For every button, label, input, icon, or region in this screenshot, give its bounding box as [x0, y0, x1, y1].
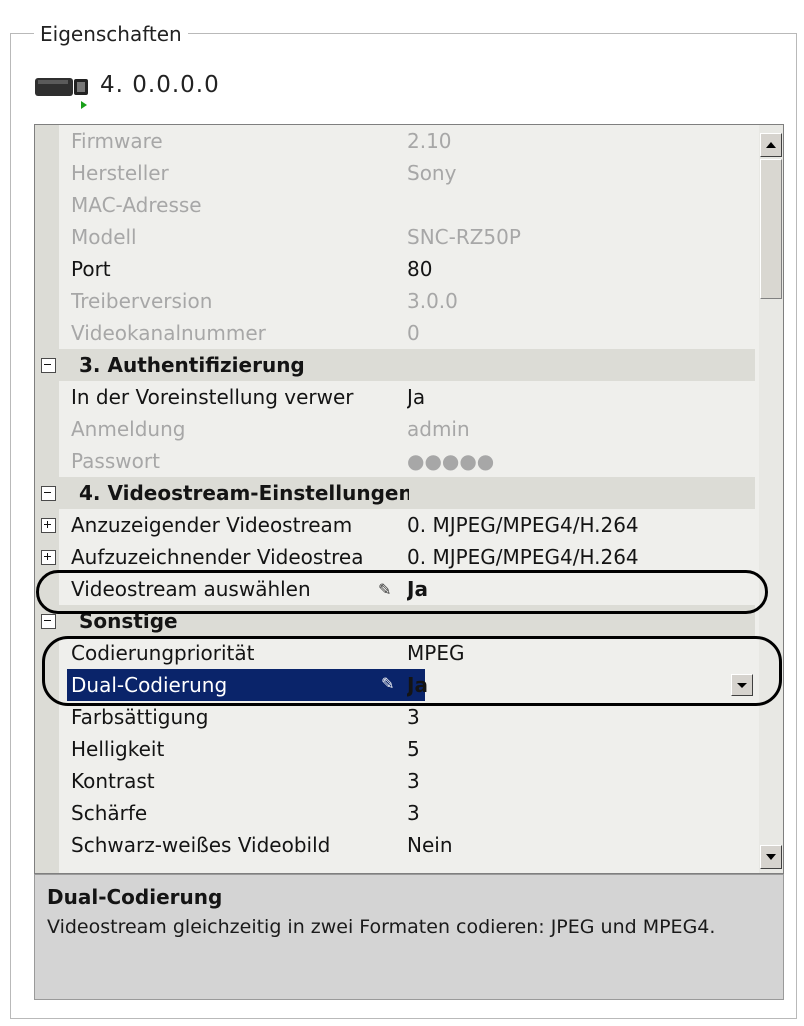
property-row[interactable]: Videostream auswählen ✎ Ja [35, 573, 755, 605]
property-row[interactable]: Schwarz-weißes Videobild Nein [35, 829, 755, 861]
property-value[interactable]: 3.0.0 [407, 285, 747, 317]
properties-group-title: Eigenschaften [34, 22, 188, 46]
description-title: Dual-Codierung [47, 885, 223, 909]
property-grid[interactable]: Firmware 2.10 Hersteller Sony MAC-Adresse Mod… [34, 124, 784, 874]
property-value[interactable]: 0. MJPEG/MPEG4/H.264 [407, 509, 747, 541]
property-row[interactable]: Anzuzeigender Videostream 0. MJPEG/MPEG4/… [35, 509, 755, 541]
property-value[interactable]: ●●●●● [407, 445, 747, 477]
property-rows: Firmware 2.10 Hersteller Sony MAC-Adresse Mod… [35, 125, 755, 861]
property-name: Dual-Codierung [67, 669, 425, 701]
property-value[interactable]: Ja [407, 669, 747, 701]
dropdown-arrow-button[interactable] [731, 674, 753, 696]
property-name: Port [71, 257, 111, 281]
scroll-down-button[interactable] [760, 845, 782, 869]
property-name: Helligkeit [71, 737, 165, 761]
property-name: Anmeldung [71, 417, 186, 441]
category-row[interactable]: 4. Videostream-Einstellungen [35, 477, 755, 509]
property-row[interactable]: Farbsättigung 3 [35, 701, 755, 733]
property-value[interactable]: 0. MJPEG/MPEG4/H.264 [407, 541, 747, 573]
property-name: Schärfe [71, 801, 148, 825]
property-value[interactable]: SNC-RZ50P [407, 221, 747, 253]
property-row[interactable]: Treiberversion 3.0.0 [35, 285, 755, 317]
property-value[interactable]: Nein [407, 829, 747, 861]
property-name: Passwort [71, 449, 160, 473]
property-name: Modell [71, 225, 137, 249]
property-name: Anzuzeigender Videostream [71, 513, 353, 537]
camera-icon [35, 72, 90, 112]
category-label: 3. Authentifizierung [79, 353, 305, 377]
property-value[interactable]: Sony [407, 157, 747, 189]
property-name: MAC-Adresse [71, 193, 202, 217]
property-value[interactable]: 3 [407, 701, 747, 733]
property-name: Hersteller [71, 161, 169, 185]
property-row[interactable]: Helligkeit 5 [35, 733, 755, 765]
property-name: Farbsättigung [71, 705, 209, 729]
property-row[interactable]: Port 80 [35, 253, 755, 285]
property-name: Kontrast [71, 769, 155, 793]
property-value[interactable]: Ja [407, 381, 747, 413]
property-value[interactable]: 0 [407, 317, 747, 349]
property-name: In der Voreinstellung verwer [71, 385, 354, 409]
property-row[interactable]: Codierungpriorität MPEG [35, 637, 755, 669]
category-row[interactable]: Sonstige [35, 605, 755, 637]
property-row[interactable]: Aufzuzeichnender Videostrea 0. MJPEG/MPEG… [35, 541, 755, 573]
description-panel: Dual-Codierung Videostream gleichzeitig … [34, 874, 784, 1000]
property-value[interactable]: 5 [407, 733, 747, 765]
property-row[interactable]: Videokanalnummer 0 [35, 317, 755, 349]
collapse-icon[interactable] [41, 358, 56, 373]
property-value[interactable]: 3 [407, 797, 747, 829]
property-name: Aufzuzeichnender Videostrea [71, 545, 364, 569]
property-name: Videokanalnummer [71, 321, 266, 345]
pencil-icon: ✎ [378, 580, 392, 599]
vertical-scrollbar[interactable] [759, 125, 783, 873]
category-label: 4. Videostream-Einstellungen [79, 481, 409, 505]
property-name: Videostream auswählen [71, 577, 311, 601]
scroll-up-button[interactable] [760, 133, 782, 157]
property-row[interactable]: Kontrast 3 [35, 765, 755, 797]
expand-icon[interactable] [41, 550, 56, 565]
property-name: Codierungpriorität [71, 641, 255, 665]
collapse-icon[interactable] [41, 614, 56, 629]
property-value[interactable]: 2.10 [407, 125, 747, 157]
property-row[interactable]: In der Voreinstellung verwer Ja [35, 381, 755, 413]
property-row[interactable]: Anmeldung admin [35, 413, 755, 445]
property-row[interactable]: Modell SNC-RZ50P [35, 221, 755, 253]
property-value[interactable]: MPEG [407, 637, 747, 669]
category-row[interactable]: 3. Authentifizierung [35, 349, 755, 381]
device-name: 4. 0.0.0.0 [100, 72, 220, 98]
property-name: Firmware [71, 129, 163, 153]
property-value[interactable]: Ja [407, 573, 747, 605]
category-label: Sonstige [79, 609, 178, 633]
description-text: Videostream gleichzeitig in zwei Formate… [47, 916, 716, 938]
property-row[interactable]: Passwort ●●●●● [35, 445, 755, 477]
property-row[interactable]: Hersteller Sony [35, 157, 755, 189]
property-name: Treiberversion [71, 289, 213, 313]
property-row[interactable]: Schärfe 3 [35, 797, 755, 829]
property-value[interactable]: 3 [407, 765, 747, 797]
expand-icon[interactable] [41, 518, 56, 533]
scroll-thumb[interactable] [760, 159, 782, 299]
property-row[interactable]: Firmware 2.10 [35, 125, 755, 157]
property-row[interactable]: MAC-Adresse [35, 189, 755, 221]
property-name: Schwarz-weißes Videobild [71, 833, 331, 857]
property-value[interactable]: 80 [407, 253, 747, 285]
property-row[interactable]: Dual-Codierung ✎ Ja [35, 669, 755, 701]
pencil-icon: ✎ [381, 674, 395, 693]
collapse-icon[interactable] [41, 486, 56, 501]
property-value[interactable]: admin [407, 413, 747, 445]
